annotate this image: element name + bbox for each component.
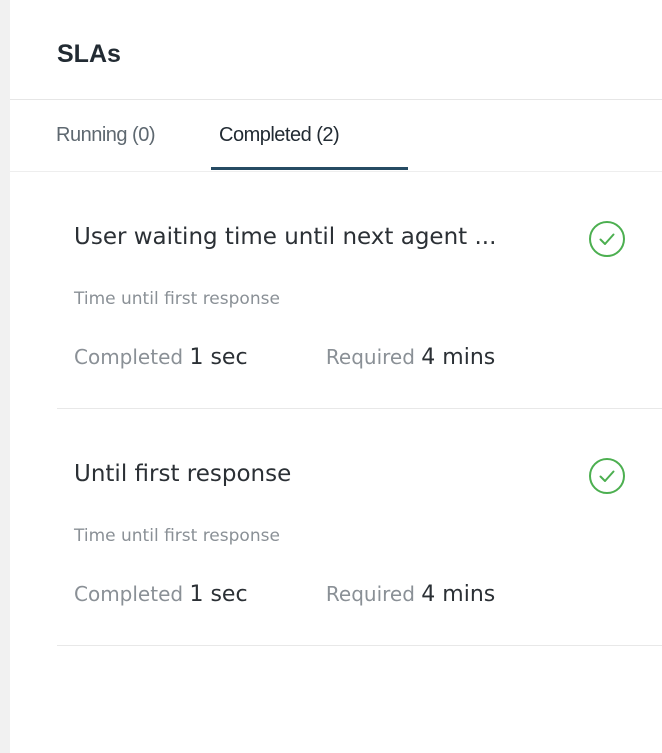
panel-header: SLAs <box>10 0 662 100</box>
sla-item: User waiting time until next agent ... T… <box>57 172 662 409</box>
tab-running[interactable]: Running (0) <box>56 122 156 148</box>
sla-item: Until first response Time until first re… <box>57 409 662 646</box>
required-label: Required <box>325 582 415 606</box>
sla-description: Time until first response <box>74 526 280 546</box>
sla-name: User waiting time until next agent ... <box>74 224 497 250</box>
check-circle-icon <box>589 458 625 494</box>
required-value: 4 mins <box>421 345 496 370</box>
panel-title: SLAs <box>57 40 121 68</box>
required-label: Required <box>325 345 415 369</box>
sla-page: SLAs Running (0) Completed (2) User wait… <box>0 0 662 753</box>
sla-stats: Completed 1 sec Required 4 mins <box>74 343 495 372</box>
active-tab-indicator <box>211 167 408 170</box>
required-value: 4 mins <box>421 582 496 607</box>
completed-value: 1 sec <box>189 582 248 607</box>
sla-list: User waiting time until next agent ... T… <box>57 172 662 646</box>
completed-value: 1 sec <box>189 345 248 370</box>
sla-description: Time until first response <box>74 289 280 309</box>
sla-tabs: Running (0) Completed (2) <box>10 100 662 172</box>
left-divider-strip <box>0 0 10 753</box>
completed-label: Completed <box>74 582 184 606</box>
completed-label: Completed <box>74 345 184 369</box>
check-circle-icon <box>589 221 625 257</box>
sla-panel: SLAs Running (0) Completed (2) User wait… <box>10 0 662 753</box>
sla-stats: Completed 1 sec Required 4 mins <box>74 580 495 609</box>
sla-name: Until first response <box>74 461 292 487</box>
tab-completed[interactable]: Completed (2) <box>219 122 340 148</box>
